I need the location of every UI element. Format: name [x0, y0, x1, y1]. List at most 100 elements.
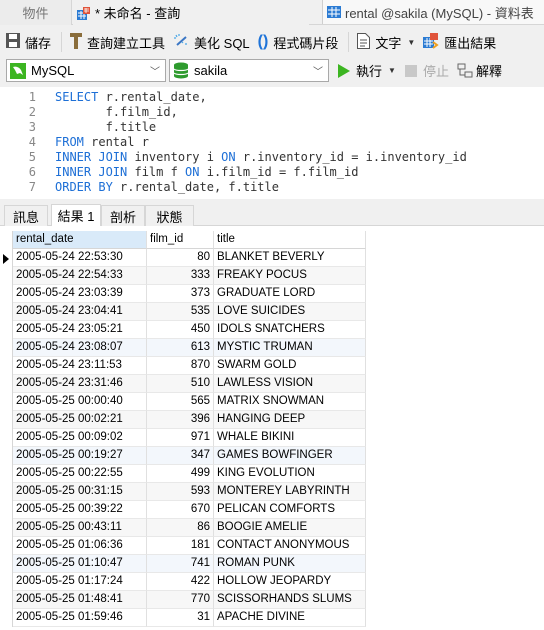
table-row[interactable]: 2005-05-24 23:03:39 373 GRADUATE LORD: [0, 285, 366, 303]
cell-rental-date[interactable]: 2005-05-24 23:05:21: [13, 321, 147, 339]
row-indicator[interactable]: [0, 519, 13, 537]
row-indicator[interactable]: [0, 411, 13, 429]
row-indicator[interactable]: [0, 285, 13, 303]
save-button[interactable]: 儲存: [6, 33, 51, 52]
row-indicator[interactable]: [0, 267, 13, 285]
cell-film-id[interactable]: 347: [147, 447, 214, 465]
table-row[interactable]: 2005-05-25 00:39:22 670 PELICAN COMFORTS: [0, 501, 366, 519]
cell-title[interactable]: GRADUATE LORD: [214, 285, 366, 303]
cell-rental-date[interactable]: 2005-05-25 00:02:21: [13, 411, 147, 429]
cell-title[interactable]: PELICAN COMFORTS: [214, 501, 366, 519]
cell-title[interactable]: IDOLS SNATCHERS: [214, 321, 366, 339]
table-row[interactable]: 2005-05-25 00:09:02 971 WHALE BIKINI: [0, 429, 366, 447]
cell-title[interactable]: FREAKY POCUS: [214, 267, 366, 285]
cell-film-id[interactable]: 80: [147, 249, 214, 267]
cell-rental-date[interactable]: 2005-05-25 00:22:55: [13, 465, 147, 483]
cell-title[interactable]: SCISSORHANDS SLUMS: [214, 591, 366, 609]
cell-film-id[interactable]: 971: [147, 429, 214, 447]
code-line[interactable]: 1 SELECT r.rental_date,: [0, 90, 544, 105]
table-row[interactable]: 2005-05-25 00:00:40 565 MATRIX SNOWMAN: [0, 393, 366, 411]
code-line[interactable]: 2 f.film_id,: [0, 105, 544, 120]
cell-title[interactable]: BOOGIE AMELIE: [214, 519, 366, 537]
cell-rental-date[interactable]: 2005-05-25 00:00:40: [13, 393, 147, 411]
cell-rental-date[interactable]: 2005-05-24 22:53:30: [13, 249, 147, 267]
table-row[interactable]: 2005-05-24 23:05:21 450 IDOLS SNATCHERS: [0, 321, 366, 339]
row-indicator[interactable]: [0, 465, 13, 483]
cell-film-id[interactable]: 396: [147, 411, 214, 429]
connection-select[interactable]: MySQL ﹀: [6, 59, 166, 82]
query-builder-button[interactable]: 查詢建立工具: [70, 32, 165, 52]
cell-film-id[interactable]: 450: [147, 321, 214, 339]
tab-status[interactable]: 狀態: [145, 205, 194, 226]
cell-title[interactable]: ROMAN PUNK: [214, 555, 366, 573]
cell-rental-date[interactable]: 2005-05-25 01:17:24: [13, 573, 147, 591]
cell-film-id[interactable]: 86: [147, 519, 214, 537]
cell-film-id[interactable]: 31: [147, 609, 214, 627]
row-indicator[interactable]: [0, 537, 13, 555]
cell-title[interactable]: LOVE SUICIDES: [214, 303, 366, 321]
cell-rental-date[interactable]: 2005-05-25 00:09:02: [13, 429, 147, 447]
tab-result-1[interactable]: 結果 1: [51, 204, 101, 226]
tab-query[interactable]: * 未命名 - 查詢: [73, 0, 309, 25]
cell-film-id[interactable]: 870: [147, 357, 214, 375]
cell-rental-date[interactable]: 2005-05-24 23:31:46: [13, 375, 147, 393]
cell-rental-date[interactable]: 2005-05-24 23:03:39: [13, 285, 147, 303]
row-indicator[interactable]: [0, 447, 13, 465]
cell-title[interactable]: MONTEREY LABYRINTH: [214, 483, 366, 501]
cell-film-id[interactable]: 613: [147, 339, 214, 357]
cell-rental-date[interactable]: 2005-05-24 23:04:41: [13, 303, 147, 321]
table-row[interactable]: 2005-05-24 23:31:46 510 LAWLESS VISION: [0, 375, 366, 393]
cell-rental-date[interactable]: 2005-05-25 00:39:22: [13, 501, 147, 519]
cell-film-id[interactable]: 770: [147, 591, 214, 609]
export-result-button[interactable]: 匯出結果: [423, 32, 496, 52]
row-indicator[interactable]: [0, 303, 13, 321]
table-row[interactable]: 2005-05-24 22:54:33 333 FREAKY POCUS: [0, 267, 366, 285]
row-indicator[interactable]: [0, 591, 13, 609]
row-indicator[interactable]: [0, 501, 13, 519]
cell-rental-date[interactable]: 2005-05-25 01:48:41: [13, 591, 147, 609]
row-indicator[interactable]: [0, 339, 13, 357]
beautify-sql-button[interactable]: 美化 SQL: [173, 33, 250, 52]
cell-film-id[interactable]: 670: [147, 501, 214, 519]
database-select[interactable]: sakila ﹀: [169, 59, 329, 82]
table-row[interactable]: 2005-05-25 01:48:41 770 SCISSORHANDS SLUMS: [0, 591, 366, 609]
cell-title[interactable]: HOLLOW JEOPARDY: [214, 573, 366, 591]
table-row[interactable]: 2005-05-25 00:19:27 347 GAMES BOWFINGER: [0, 447, 366, 465]
cell-film-id[interactable]: 373: [147, 285, 214, 303]
cell-film-id[interactable]: 741: [147, 555, 214, 573]
code-snippet-button[interactable]: () 程式碼片段: [258, 33, 339, 52]
cell-rental-date[interactable]: 2005-05-24 23:08:07: [13, 339, 147, 357]
column-header-title[interactable]: title: [214, 231, 366, 249]
tab-table-rental[interactable]: rental @sakila (MySQL) - 資料表: [322, 0, 544, 24]
cell-rental-date[interactable]: 2005-05-24 23:11:53: [13, 357, 147, 375]
table-row[interactable]: 2005-05-25 00:02:21 396 HANGING DEEP: [0, 411, 366, 429]
cell-rental-date[interactable]: 2005-05-25 00:19:27: [13, 447, 147, 465]
row-indicator[interactable]: [0, 357, 13, 375]
cell-rental-date[interactable]: 2005-05-25 01:59:46: [13, 609, 147, 627]
dropdown-arrow-icon[interactable]: ▼: [407, 38, 415, 47]
table-row[interactable]: 2005-05-25 01:10:47 741 ROMAN PUNK: [0, 555, 366, 573]
cell-title[interactable]: HANGING DEEP: [214, 411, 366, 429]
cell-title[interactable]: MATRIX SNOWMAN: [214, 393, 366, 411]
table-row[interactable]: 2005-05-25 00:43:11 86 BOOGIE AMELIE: [0, 519, 366, 537]
text-mode-button[interactable]: 文字 ▼: [357, 32, 415, 52]
tab-messages[interactable]: 訊息: [4, 205, 48, 226]
cell-film-id[interactable]: 593: [147, 483, 214, 501]
code-line[interactable]: 5 INNER JOIN inventory i ON r.inventory_i…: [0, 150, 544, 165]
cell-title[interactable]: APACHE DIVINE: [214, 609, 366, 627]
table-row[interactable]: 2005-05-25 01:17:24 422 HOLLOW JEOPARDY: [0, 573, 366, 591]
cell-title[interactable]: CONTACT ANONYMOUS: [214, 537, 366, 555]
row-indicator[interactable]: [0, 249, 13, 267]
cell-film-id[interactable]: 535: [147, 303, 214, 321]
cell-title[interactable]: WHALE BIKINI: [214, 429, 366, 447]
cell-title[interactable]: SWARM GOLD: [214, 357, 366, 375]
cell-film-id[interactable]: 422: [147, 573, 214, 591]
cell-film-id[interactable]: 565: [147, 393, 214, 411]
cell-rental-date[interactable]: 2005-05-25 00:31:15: [13, 483, 147, 501]
table-row[interactable]: 2005-05-25 01:59:46 31 APACHE DIVINE: [0, 609, 366, 627]
table-row[interactable]: 2005-05-24 23:08:07 613 MYSTIC TRUMAN: [0, 339, 366, 357]
cell-film-id[interactable]: 333: [147, 267, 214, 285]
sql-editor[interactable]: 1 SELECT r.rental_date, 2 f.film_id, 3 f.ti…: [0, 87, 544, 199]
code-line[interactable]: 4 FROM rental r: [0, 135, 544, 150]
table-row[interactable]: 2005-05-25 00:22:55 499 KING EVOLUTION: [0, 465, 366, 483]
